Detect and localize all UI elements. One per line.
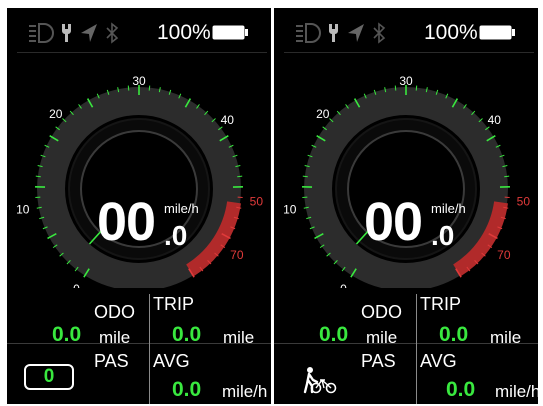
walk-assist-icon[interactable]: [303, 366, 337, 394]
speedometer: 0 10 20 30 40 50 70 100 00 mile/h .0: [7, 54, 271, 288]
pas-level-box[interactable]: 0: [24, 364, 74, 390]
battery-icon: [212, 25, 248, 40]
avg-label: AVG: [420, 351, 457, 371]
battery-icon: [479, 25, 515, 40]
odo-value: 0.0: [52, 323, 82, 346]
gauge-tick-label: 10: [283, 202, 297, 216]
speed-value: 00: [364, 192, 423, 252]
avg-value: 0.0: [172, 378, 202, 401]
gauge-tick-label: 20: [49, 107, 63, 121]
gauge-tick: [302, 175, 308, 178]
navigation-arrow-icon: [81, 24, 97, 42]
bluetooth-icon: [373, 22, 386, 44]
gauge-tick-label: 50: [517, 194, 531, 208]
battery-percent: 100%: [424, 21, 478, 44]
gauge-tick-label: 40: [221, 113, 235, 127]
speed-value: 00: [97, 192, 156, 252]
speed-unit: mile/h: [164, 201, 199, 216]
gauge-tick-label: 100: [451, 286, 471, 288]
speed-decimal: .0: [164, 220, 188, 251]
navigation-arrow-icon: [348, 24, 364, 42]
gauge-tick-label: 10: [16, 202, 30, 216]
trip-label: TRIP: [153, 294, 195, 314]
headlight-icon: [296, 23, 321, 43]
trip-unit: mile: [223, 328, 255, 347]
status-bar: 100%: [274, 8, 538, 54]
gauge-tick-label: 50: [250, 194, 264, 208]
avg-unit: mile/h: [495, 382, 538, 401]
display-screen-left: 100% 0 10 20 30 40 50 70 100 00 mile/h .0 ODO T…: [7, 8, 271, 404]
status-icons: [296, 22, 386, 44]
wrench-icon: [62, 24, 71, 42]
divider: [7, 343, 57, 344]
gauge-tick-label: 0: [73, 282, 80, 288]
pas-label: PAS: [94, 351, 129, 371]
speedometer: 0 10 20 30 40 50 70 100 00 mile/h .0: [274, 54, 538, 288]
headlight-icon: [29, 23, 54, 43]
gauge-tick-label: 70: [497, 248, 511, 262]
speed-decimal: .0: [431, 220, 455, 251]
trip-value: 0.0: [439, 323, 469, 346]
trip-unit: mile: [490, 328, 522, 347]
divider: [284, 52, 534, 53]
gauge-tick-label: 70: [230, 248, 244, 262]
status-icons: [29, 22, 119, 44]
gauge-tick-label: 20: [316, 107, 330, 121]
odo-value: 0.0: [319, 323, 349, 346]
trip-value: 0.0: [172, 323, 202, 346]
display-screen-right: 100% 0 10 20 30 40 50 70 100 00 mile/h .0 ODO T…: [274, 8, 538, 404]
avg-unit: mile/h: [222, 382, 268, 401]
battery-percent: 100%: [157, 21, 211, 44]
gauge-tick-label: 40: [488, 113, 502, 127]
gauge-tick: [415, 85, 418, 91]
avg-value: 0.0: [446, 378, 476, 401]
odo-label: ODO: [361, 302, 403, 322]
avg-label: AVG: [153, 351, 190, 371]
speed-unit: mile/h: [431, 201, 466, 216]
bluetooth-icon: [106, 22, 119, 44]
gauge-tick-label: 100: [184, 286, 204, 288]
odo-unit: mile: [366, 328, 398, 347]
speed-gauge: 0 10 20 30 40 50 70 100: [16, 74, 264, 288]
gauge-tick: [35, 175, 41, 178]
divider: [17, 52, 267, 53]
gauge-tick-label: 30: [132, 74, 146, 88]
gauge-tick: [394, 85, 397, 91]
gauge-tick: [504, 175, 510, 178]
divider: [149, 294, 150, 404]
divider: [416, 294, 417, 404]
odo-unit: mile: [99, 328, 131, 347]
wrench-icon: [329, 24, 338, 42]
gauge-tick: [148, 85, 151, 91]
gauge-tick: [127, 85, 130, 91]
gauge-tick-label: 30: [399, 74, 413, 88]
pas-label: PAS: [361, 351, 396, 371]
speed-gauge: 0 10 20 30 40 50 70 100: [283, 74, 531, 288]
gauge-tick: [237, 175, 243, 178]
trip-label: TRIP: [420, 294, 462, 314]
gauge-tick-label: 0: [340, 282, 347, 288]
status-bar: 100%: [7, 8, 271, 54]
odo-label: ODO: [94, 302, 136, 322]
